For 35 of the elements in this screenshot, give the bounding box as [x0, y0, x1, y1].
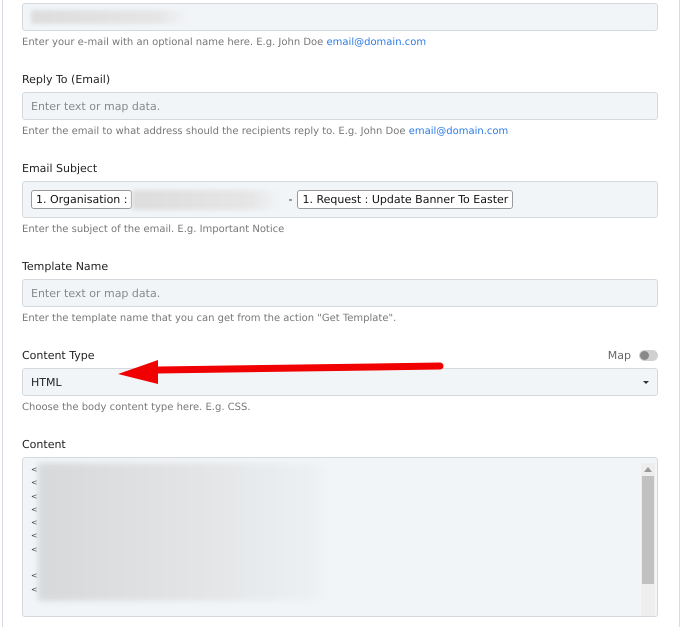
text-field[interactable]: Enter text or map data. [22, 92, 658, 120]
field-label: Template Name [22, 260, 108, 272]
line-start: < [31, 530, 38, 542]
text-field[interactable]: Enter text or map data. [22, 279, 658, 307]
map-label: Map [608, 348, 631, 362]
help-text: Enter the subject of the email. E.g. Important Notice [22, 224, 286, 235]
help-text: Enter your e-mail with an optional name here. E.g. John Doe email@domain.com [22, 37, 428, 48]
line-start: < [31, 544, 38, 556]
line-start: < [31, 477, 38, 490]
text-field[interactable] [22, 3, 658, 31]
field-label: Content Type [22, 348, 95, 362]
map-toggle[interactable] [639, 350, 658, 360]
line-start: < [31, 490, 38, 503]
line-start: < [31, 517, 38, 530]
line-start: < [31, 584, 38, 596]
separator-text: - [288, 193, 292, 206]
help-text: Enter the template name that you can get from the action "Get Template". [22, 313, 398, 324]
field-label: Email Subject [22, 162, 98, 174]
line-start: < [31, 504, 38, 516]
caret-icon [643, 380, 649, 384]
mapped-token[interactable]: 1. Request : Update Banner To Easter [297, 190, 514, 209]
email-link[interactable]: email@domain.com [326, 37, 426, 48]
field-label: Reply To (Email) [22, 72, 110, 86]
help-text: Choose the body content type here. E.g. CSS. [22, 402, 252, 413]
scroll-thumb[interactable] [642, 476, 654, 584]
scrollbar[interactable] [641, 463, 655, 616]
content-type-select[interactable]: HTML [22, 368, 658, 396]
subject-field[interactable]: 1. Organisation : - 1. Request : Update Banner To Easter [22, 181, 658, 218]
mapped-token[interactable]: 1. Organisation : [31, 190, 132, 209]
help-text: Enter the email to what address should the recipients reply to. E.g. John Doe email@domain.com [22, 126, 510, 137]
line-start: < [31, 570, 38, 582]
content-textarea[interactable]: < < < < < < < < < [22, 457, 658, 617]
field-label: Content [22, 438, 66, 450]
email-link[interactable]: email@domain.com [408, 126, 508, 137]
line-start: < [31, 464, 38, 476]
